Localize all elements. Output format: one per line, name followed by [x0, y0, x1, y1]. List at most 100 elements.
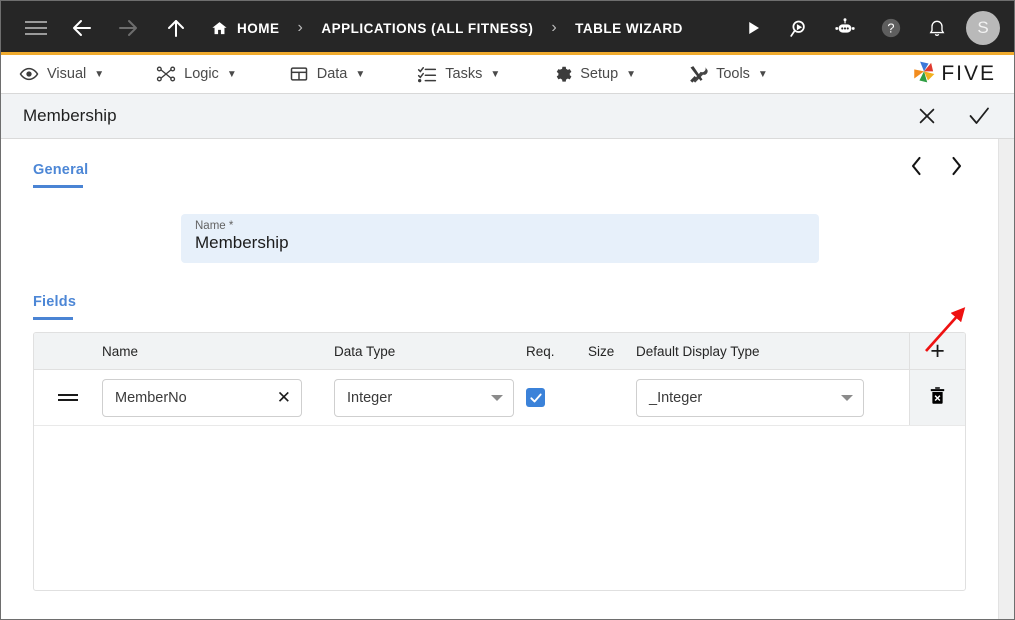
fields-table: Name Data Type Req. Size Default Display… — [33, 332, 966, 591]
column-header-handle — [34, 333, 102, 369]
previous-record-button[interactable] — [906, 153, 926, 179]
field-name-input[interactable]: MemberNo ✕ — [102, 378, 302, 417]
menu-data-label: Data — [316, 66, 348, 82]
plus-icon: + — [930, 336, 945, 365]
avatar[interactable]: S — [966, 11, 1000, 45]
column-header-data-type: Data Type — [334, 343, 396, 359]
breadcrumb-separator: › — [551, 19, 558, 36]
fields-section: Fields Name Data Type Req. Size Default … — [33, 293, 966, 591]
chevron-down-icon: ▼ — [490, 68, 501, 80]
run-icon[interactable] — [736, 11, 770, 45]
trash-icon — [928, 385, 947, 411]
next-record-button[interactable] — [946, 153, 966, 179]
wizard-content: General Name * Membership Fields Name Da… — [1, 139, 998, 619]
chevron-down-icon: ▼ — [626, 68, 637, 80]
add-field-button[interactable]: + — [909, 333, 965, 369]
column-header-default-display-type: Default Display Type — [636, 343, 760, 359]
breadcrumb: HOME › APPLICATIONS (ALL FITNESS) › TABL… — [209, 18, 683, 38]
column-header-required: Req. — [526, 343, 555, 359]
delete-field-button[interactable] — [909, 370, 965, 425]
home-icon[interactable] — [209, 18, 229, 38]
name-field-row: Name * Membership — [33, 214, 966, 263]
fields-table-body: MemberNo ✕ Integer _Integer — [34, 370, 965, 590]
notifications-bell-icon[interactable] — [920, 11, 954, 45]
field-required-checkbox[interactable] — [526, 388, 545, 407]
menu-visual[interactable]: Visual ▼ — [19, 64, 104, 84]
field-default-display-type-select[interactable]: _Integer — [636, 378, 864, 417]
top-navigation-bar: HOME › APPLICATIONS (ALL FITNESS) › TABL… — [1, 1, 1014, 55]
topbar-actions: ? S — [736, 11, 1000, 45]
help-icon[interactable]: ? — [874, 11, 908, 45]
close-icon[interactable] — [914, 103, 940, 129]
eye-icon — [19, 64, 39, 84]
column-header-size: Size — [588, 343, 615, 359]
tab-general[interactable]: General — [33, 161, 88, 188]
record-navigation — [906, 153, 966, 179]
name-input-value: Membership — [195, 233, 289, 252]
table-grid-icon — [289, 64, 309, 84]
menu-data[interactable]: Data ▼ — [289, 64, 366, 84]
five-logo: FIVE — [911, 59, 996, 90]
field-default-display-type-value: _Integer — [649, 389, 703, 406]
menu-logic[interactable]: Logic ▼ — [156, 64, 237, 84]
breadcrumb-separator: › — [297, 19, 304, 36]
field-default-display-type-cell: _Integer — [636, 378, 909, 417]
menu-setup[interactable]: Setup ▼ — [552, 64, 636, 84]
breadcrumb-item-table-wizard[interactable]: TABLE WIZARD — [575, 21, 683, 36]
tab-fields-label: Fields — [33, 294, 77, 310]
tab-general-underline — [33, 185, 83, 188]
chevron-down-icon: ▼ — [355, 68, 366, 80]
menu-tools-label: Tools — [716, 66, 750, 82]
menu-visual-label: Visual — [47, 66, 87, 82]
tools-icon — [688, 64, 708, 84]
vertical-scrollbar[interactable] — [998, 139, 1014, 619]
fields-table-header: Name Data Type Req. Size Default Display… — [34, 333, 965, 370]
hamburger-icon[interactable] — [19, 11, 53, 45]
chatbot-icon[interactable] — [828, 11, 862, 45]
wizard-title-bar: Membership — [1, 94, 1014, 139]
arrow-up-icon[interactable] — [159, 11, 193, 45]
gear-icon — [552, 64, 572, 84]
row-drag-handle[interactable] — [34, 391, 102, 404]
field-data-type-value: Integer — [347, 389, 393, 406]
tab-fields-underline — [33, 317, 73, 320]
logic-nodes-icon — [156, 64, 176, 84]
page-title: Membership — [23, 106, 117, 125]
chevron-down-icon — [841, 394, 853, 401]
debug-icon[interactable] — [782, 11, 816, 45]
clear-icon[interactable]: ✕ — [271, 389, 291, 406]
field-data-type-cell: Integer — [334, 378, 526, 417]
field-name-cell: MemberNo ✕ — [102, 378, 334, 417]
five-pinwheel-icon — [911, 59, 937, 90]
menu-setup-label: Setup — [580, 66, 619, 82]
checklist-icon — [417, 64, 437, 84]
field-required-cell — [526, 388, 588, 407]
chevron-down-icon: ▼ — [94, 68, 105, 80]
main-menu-bar: Visual ▼ Logic ▼ Data ▼ Tasks ▼ Setup ▼ … — [1, 55, 1014, 94]
table-wizard-window: HOME › APPLICATIONS (ALL FITNESS) › TABL… — [0, 0, 1015, 620]
name-input[interactable]: Name * Membership — [181, 214, 819, 263]
chevron-down-icon: ▼ — [757, 68, 768, 80]
chevron-down-icon — [491, 394, 503, 401]
svg-text:?: ? — [887, 21, 894, 36]
menu-logic-label: Logic — [184, 66, 219, 82]
title-bar-actions — [914, 103, 992, 129]
field-name-value: MemberNo — [115, 389, 187, 406]
table-row: MemberNo ✕ Integer _Integer — [34, 370, 965, 426]
field-data-type-select[interactable]: Integer — [334, 378, 514, 417]
arrow-left-icon[interactable] — [65, 11, 99, 45]
content-wrapper: General Name * Membership Fields Name Da… — [1, 139, 1014, 619]
column-header-name: Name — [102, 343, 139, 359]
menu-tasks-label: Tasks — [445, 66, 483, 82]
menu-tasks[interactable]: Tasks ▼ — [417, 64, 500, 84]
name-input-label: Name * — [195, 220, 234, 232]
tab-fields[interactable]: Fields — [33, 293, 76, 320]
tab-general-label: General — [33, 162, 89, 178]
drag-handle-icon — [34, 391, 102, 404]
breadcrumb-item-applications[interactable]: APPLICATIONS (ALL FITNESS) — [321, 21, 533, 36]
breadcrumb-item-home[interactable]: HOME — [237, 21, 280, 36]
arrow-right-icon — [111, 11, 145, 45]
confirm-check-icon[interactable] — [966, 103, 992, 129]
menu-tools[interactable]: Tools ▼ — [688, 64, 768, 84]
five-wordmark: FIVE — [941, 62, 996, 85]
